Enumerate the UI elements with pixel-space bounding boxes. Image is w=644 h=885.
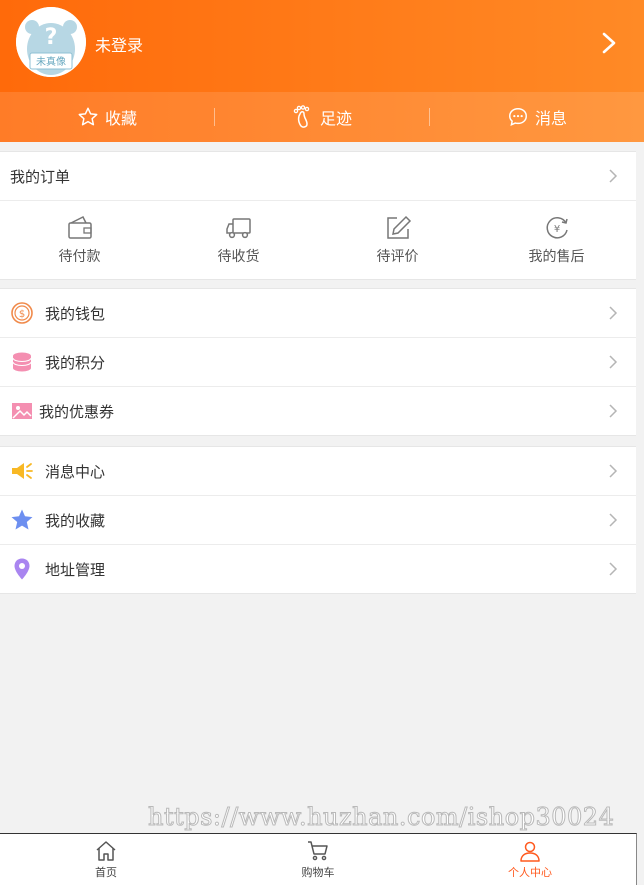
user-icon [520, 841, 540, 862]
chevron-right-icon[interactable] [598, 30, 622, 56]
chevron-right-icon [609, 513, 618, 527]
order-label: 待收货 [217, 249, 260, 265]
row-label: 我的钱包 [45, 304, 106, 323]
footprint-icon [293, 105, 310, 128]
truck-icon [225, 218, 251, 239]
home-icon [96, 840, 116, 861]
tab-label: 购物车 [301, 865, 335, 879]
svg-text:$: $ [19, 309, 25, 320]
tab-label: 首页 [95, 865, 117, 879]
quick-item-label: 消息 [534, 109, 567, 128]
chat-bubble-icon [509, 108, 527, 127]
orders-section: 我的订单 待付款 待收货 待评价 ¥ 我的售后 [0, 151, 636, 280]
cart-icon [308, 840, 328, 860]
order-label: 待评价 [376, 249, 419, 265]
chevron-right-icon [609, 404, 618, 418]
row-label: 我的积分 [45, 353, 106, 372]
my-points-row[interactable]: 我的积分 [0, 338, 636, 387]
order-label: 我的售后 [528, 249, 585, 265]
wallet-icon [67, 215, 92, 239]
chevron-right-icon [609, 169, 618, 183]
profile-row[interactable]: ? 未真像 未登录 [0, 0, 644, 90]
row-label: 我的优惠券 [39, 402, 115, 421]
quick-item-label: 收藏 [104, 109, 137, 128]
order-status-grid: 待付款 待收货 待评价 ¥ 我的售后 [0, 201, 636, 279]
svg-text:?: ? [45, 25, 58, 50]
quick-item-footprints[interactable]: 足迹 [215, 92, 429, 142]
star-icon [11, 509, 33, 530]
services-section: 消息中心 我的收藏 地址管理 [0, 446, 636, 594]
chevron-right-icon [609, 306, 618, 320]
svg-text:¥: ¥ [553, 224, 559, 235]
image-icon [12, 403, 32, 419]
location-pin-icon [14, 558, 30, 580]
quick-bar: 收藏 足迹 消息 [0, 92, 644, 142]
my-wallet-row[interactable]: $ 我的钱包 [0, 289, 636, 338]
svg-text:未真像: 未真像 [36, 55, 66, 68]
coin-icon: $ [11, 302, 33, 324]
chevron-right-icon [609, 464, 618, 478]
order-label: 待付款 [58, 249, 101, 265]
my-favorites-row[interactable]: 我的收藏 [0, 496, 636, 545]
order-pending-review[interactable]: 待评价 [318, 201, 477, 279]
star-outline-icon [78, 107, 98, 126]
row-label: 地址管理 [45, 560, 106, 579]
message-center-row[interactable]: 消息中心 [0, 447, 636, 496]
bottom-tab-bar: 首页 购物车 个人中心 [0, 833, 637, 885]
tab-label: 个人中心 [508, 865, 552, 879]
bear-avatar-icon: ? 未真像 [16, 7, 86, 77]
row-label: 我的订单 [10, 167, 71, 186]
refund-icon: ¥ [546, 217, 568, 239]
tab-profile[interactable]: 个人中心 [424, 834, 636, 885]
order-after-sales[interactable]: ¥ 我的售后 [477, 201, 636, 279]
row-label: 消息中心 [45, 462, 106, 481]
profile-header: ? 未真像 未登录 收藏 足迹 消息 [0, 0, 644, 142]
avatar[interactable]: ? 未真像 [16, 7, 86, 77]
database-icon [12, 352, 32, 372]
chevron-right-icon [609, 562, 618, 576]
tab-home[interactable]: 首页 [0, 834, 212, 885]
quick-item-favorites[interactable]: 收藏 [0, 92, 214, 142]
my-coupons-row[interactable]: 我的优惠券 [0, 387, 636, 435]
chevron-right-icon [609, 355, 618, 369]
watermark: https://www.huzhan.com/ishop30024 [147, 803, 615, 832]
edit-icon [386, 215, 411, 239]
order-pending-receipt[interactable]: 待收货 [159, 201, 318, 279]
my-orders-row[interactable]: 我的订单 [0, 152, 636, 201]
assets-section: $ 我的钱包 我的积分 我的优惠券 [0, 288, 636, 436]
tab-cart[interactable]: 购物车 [212, 834, 424, 885]
order-pending-payment[interactable]: 待付款 [0, 201, 159, 279]
quick-item-label: 足迹 [319, 109, 352, 128]
megaphone-icon [12, 463, 33, 479]
login-label[interactable]: 未登录 [95, 32, 143, 56]
address-management-row[interactable]: 地址管理 [0, 545, 636, 593]
row-label: 我的收藏 [45, 511, 106, 530]
quick-item-messages[interactable]: 消息 [430, 92, 644, 142]
